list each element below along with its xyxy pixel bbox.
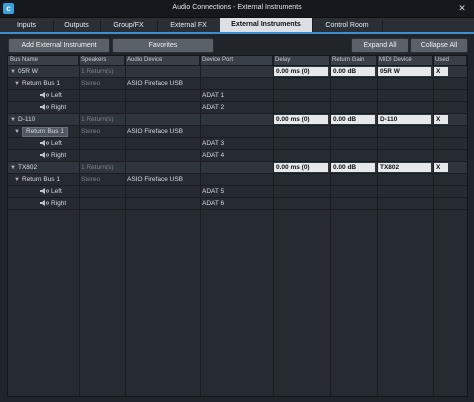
col-speakers[interactable]: Speakers [79,56,125,65]
audio-connections-window: c Audio Connections - External Instrumen… [0,0,474,402]
tab-control-room[interactable]: Control Room [312,20,383,32]
add-external-instrument-button[interactable]: Add External Instrument [8,38,110,53]
col-bus-name[interactable]: Bus Name [8,56,79,65]
column-divider [125,56,126,396]
window-title: Audio Connections - External Instruments [172,4,302,11]
bus-name: 05R W [18,68,38,75]
chevron-down-icon[interactable]: ▼ [14,175,22,185]
speaker-icon [40,200,49,207]
chevron-down-icon[interactable]: ▼ [10,115,18,125]
table-row[interactable]: ▼ 05R W 1 Return(s) 0.00 ms (0) 0.00 dB 0… [8,66,467,78]
return-bus-name[interactable]: Return Bus 1 [22,127,68,137]
delay-field[interactable]: 0.00 ms (0) [274,67,328,76]
delay-field[interactable]: 0.00 ms (0) [274,163,328,172]
device-port[interactable]: ADAT 3 [200,138,273,149]
column-divider [330,56,331,396]
return-gain-field[interactable]: 0.00 dB [331,115,375,124]
used-flag: X [434,163,448,172]
bus-name: TX802 [18,164,38,171]
column-divider [433,56,434,396]
speakers: 1 Return(s) [81,116,114,123]
chevron-down-icon[interactable]: ▼ [10,163,18,173]
used-flag: X [434,115,448,124]
speaker-icon [40,104,49,111]
audio-device[interactable]: ASIO Fireface USB [125,78,200,89]
table-row[interactable]: Right ADAT 6 [8,198,467,210]
table-row[interactable]: Left ADAT 1 [8,90,467,102]
device-port[interactable]: ADAT 4 [200,150,273,161]
column-divider [273,56,274,396]
bus-name: D-110 [18,116,36,123]
chevron-down-icon[interactable]: ▼ [14,79,22,89]
col-used[interactable]: Used [433,56,467,65]
midi-device-field[interactable]: TX802 [378,163,431,172]
return-gain-field[interactable]: 0.00 dB [331,163,375,172]
speaker-icon [40,140,49,147]
used-flag: X [434,67,448,76]
column-divider [79,56,80,396]
audio-device[interactable]: ASIO Fireface USB [125,174,200,185]
col-return-gain[interactable]: Return Gain [330,56,377,65]
table-row[interactable]: ▼ D-110 1 Return(s) 0.00 ms (0) 0.00 dB D… [8,114,467,126]
speakers: 1 Return(s) [81,164,114,171]
tab-outputs[interactable]: Outputs [53,20,101,32]
table-row[interactable]: ▼ Return Bus 1 Stereo ASIO Fireface USB [8,78,467,90]
table-row[interactable]: Right ADAT 4 [8,150,467,162]
table-row[interactable]: ▼ Return Bus 1 Stereo ASIO Fireface USB [8,174,467,186]
collapse-all-button[interactable]: Collapse All [410,38,468,53]
device-port[interactable]: ADAT 1 [200,90,273,101]
tab-inputs[interactable]: Inputs [0,20,54,32]
connections-table: Bus Name Speakers Audio Device Device Po… [7,55,468,397]
channel-name: Right [51,152,67,159]
chevron-down-icon[interactable]: ▼ [14,127,22,137]
title-bar: c Audio Connections - External Instrumen… [0,0,474,18]
device-port[interactable]: ADAT 5 [200,186,273,197]
tab-group-fx[interactable]: Group/FX [100,20,158,32]
chevron-down-icon[interactable]: ▼ [10,67,18,77]
column-divider [377,56,378,396]
channel-name: Left [51,140,62,147]
speaker-icon [40,152,49,159]
table-row[interactable]: Left ADAT 3 [8,138,467,150]
table-row[interactable]: Right ADAT 2 [8,102,467,114]
return-bus-name: Return Bus 1 [22,80,60,87]
return-gain-field[interactable]: 0.00 dB [331,67,375,76]
channel-name: Right [51,104,67,111]
device-port[interactable]: ADAT 6 [200,198,273,209]
delay-field[interactable]: 0.00 ms (0) [274,115,328,124]
speakers: 1 Return(s) [81,68,114,75]
table-row[interactable]: ▼ TX802 1 Return(s) 0.00 ms (0) 0.00 dB T… [8,162,467,174]
col-audio-device[interactable]: Audio Device [125,56,200,65]
favorites-button[interactable]: Favorites [112,38,214,53]
channel-name: Left [51,92,62,99]
speakers: Stereo [81,128,101,135]
speaker-icon [40,188,49,195]
expand-all-button[interactable]: Expand All [351,38,409,53]
midi-device-field[interactable]: 05R W [378,67,431,76]
tab-external-fx[interactable]: External FX [157,20,221,32]
speaker-icon [40,92,49,99]
tab-bar: Inputs Outputs Group/FX External FX Exte… [0,18,474,34]
col-device-port[interactable]: Device Port [200,56,273,65]
column-divider [200,56,201,396]
channel-name: Left [51,188,62,195]
audio-device[interactable]: ASIO Fireface USB [125,126,200,137]
midi-device-field[interactable]: D-110 [378,115,431,124]
table-row[interactable]: Left ADAT 5 [8,186,467,198]
return-bus-name: Return Bus 1 [22,176,60,183]
channel-name: Right [51,200,67,207]
table-row[interactable]: ▼ Return Bus 1 Stereo ASIO Fireface USB [8,126,467,138]
col-midi-device[interactable]: MIDI Device [377,56,433,65]
device-port[interactable]: ADAT 2 [200,102,273,113]
tab-external-instruments[interactable]: External Instruments [220,18,313,32]
table-header: Bus Name Speakers Audio Device Device Po… [8,56,467,66]
col-delay[interactable]: Delay [273,56,330,65]
speakers: Stereo [81,176,101,183]
close-button[interactable]: ✕ [456,2,468,14]
speakers: Stereo [81,80,101,87]
